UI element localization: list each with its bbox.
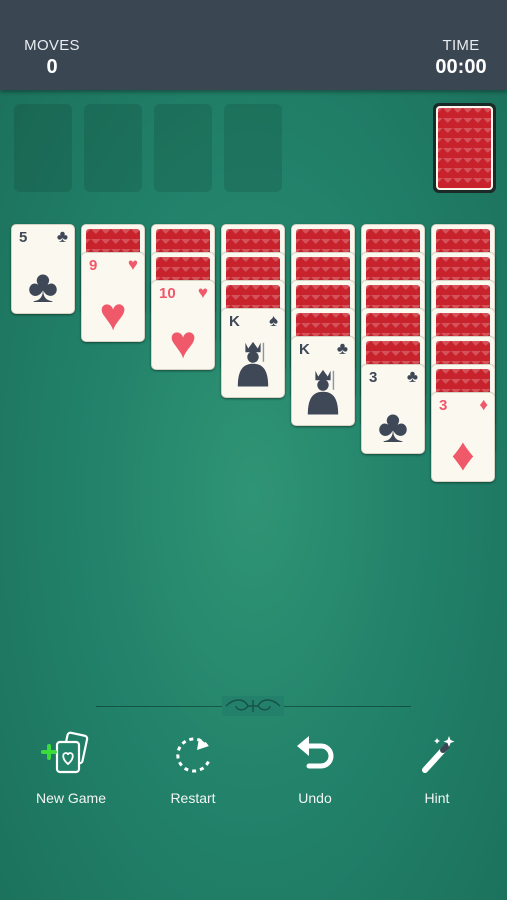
moves-label: MOVES	[24, 37, 80, 54]
moves-counter: MOVES 0	[20, 37, 84, 79]
new-game-icon	[16, 730, 126, 778]
card-rank: 5	[19, 229, 28, 246]
hint-label: Hint	[424, 790, 450, 806]
timer: TIME 00:00	[425, 37, 497, 79]
card-center-suit-icon: ♥	[99, 288, 127, 340]
hint-button[interactable]: Hint	[382, 730, 492, 806]
king-figure-icon	[237, 341, 269, 387]
top-bar: MOVES 0 TIME 00:00	[0, 0, 507, 90]
undo-icon	[260, 730, 370, 778]
time-value: 00:00	[435, 56, 487, 78]
restart-label: Restart	[170, 790, 216, 806]
card-rank: 3	[369, 369, 378, 386]
foundation-slot-3[interactable]	[154, 104, 212, 192]
undo-label: Undo	[298, 790, 332, 806]
card-rank: K	[229, 313, 240, 330]
card-suit-icon: ♥	[127, 255, 138, 274]
card-rank: 10	[159, 285, 176, 302]
card-back	[436, 106, 493, 190]
card-suit-icon: ♠	[268, 311, 278, 330]
tableau-card[interactable]: 3 ♦ ♦	[431, 392, 495, 482]
card-suit-icon: ♣	[56, 227, 68, 246]
magic-wand-icon	[382, 730, 492, 778]
new-game-label: New Game	[35, 790, 107, 806]
card-center-suit-icon: ♣	[27, 260, 59, 312]
king-figure-icon	[307, 369, 339, 415]
new-game-button[interactable]: New Game	[16, 730, 126, 806]
card-center-suit-icon: ♣	[377, 400, 409, 452]
tableau-card[interactable]: K ♣	[291, 336, 355, 426]
tableau-card[interactable]: 10 ♥ ♥	[151, 280, 215, 370]
card-suit-icon: ♣	[336, 339, 348, 358]
tableau-card[interactable]: K ♠	[221, 308, 285, 398]
card-rank: 9	[89, 257, 98, 274]
card-rank: 3	[439, 397, 448, 414]
card-suit-icon: ♦	[479, 395, 488, 414]
tableau-card[interactable]: 9 ♥ ♥	[81, 252, 145, 342]
tableau-card[interactable]: 3 ♣ ♣	[361, 364, 425, 454]
card-center-suit-icon: ♥	[169, 316, 197, 368]
foundation-slot-1[interactable]	[14, 104, 72, 192]
card-center-suit-icon: ♦	[451, 428, 475, 480]
foundation-slot-2[interactable]	[84, 104, 142, 192]
ornament-icon	[222, 696, 284, 716]
card-suit-icon: ♥	[197, 283, 208, 302]
restart-button[interactable]: Restart	[138, 730, 248, 806]
card-suit-icon: ♣	[406, 367, 418, 386]
card-rank: K	[299, 341, 310, 358]
undo-button[interactable]: Undo	[260, 730, 370, 806]
restart-icon	[138, 730, 248, 778]
time-label: TIME	[442, 37, 480, 54]
moves-value: 0	[46, 56, 58, 78]
stock-pile[interactable]	[433, 103, 496, 193]
foundation-slot-4[interactable]	[224, 104, 282, 192]
tableau-card[interactable]: 5 ♣ ♣	[11, 224, 75, 314]
